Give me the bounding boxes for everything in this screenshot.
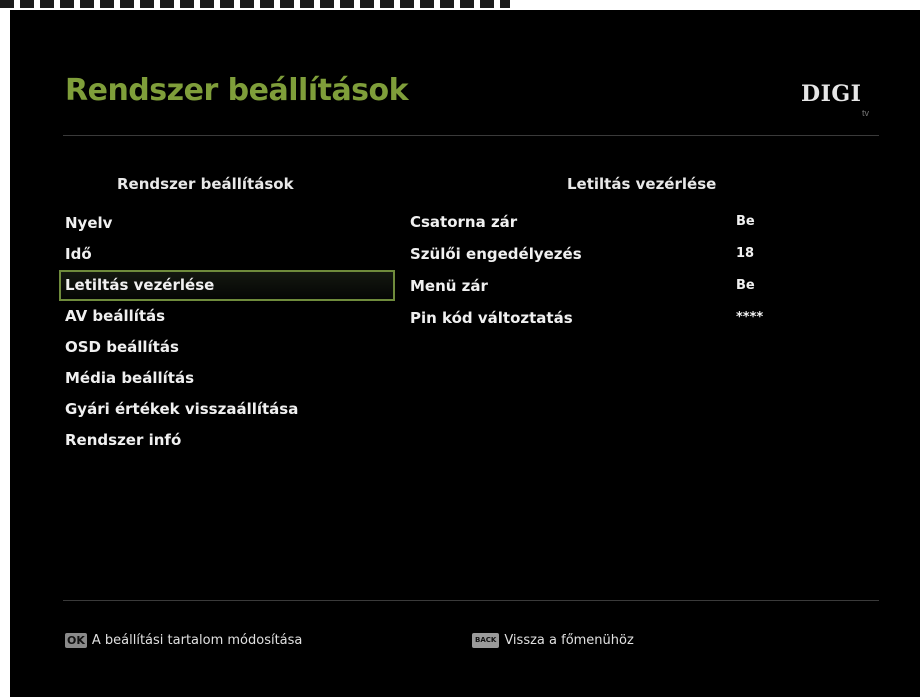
menu-item-gyari-ertekek[interactable]: Gyári értékek visszaállítása <box>59 394 395 425</box>
top-border-strip <box>0 0 920 10</box>
left-column-heading: Rendszer beállítások <box>117 175 294 193</box>
tv-frame: Rendszer beállítások DIGI tv Rendszer be… <box>0 0 920 697</box>
setting-label: Csatorna zár <box>410 213 518 231</box>
setting-label: Szülői engedélyezés <box>410 245 582 263</box>
ok-hint-text: A beállítási tartalom módosítása <box>91 633 303 648</box>
menu-item-rendszer-info[interactable]: Rendszer infó <box>59 425 395 456</box>
setting-value: Be <box>736 278 755 293</box>
setting-value: Be <box>736 214 755 229</box>
right-column-heading: Letiltás vezérlése <box>567 175 717 193</box>
menu-item-nyelv[interactable]: Nyelv <box>59 208 395 239</box>
brand-logo: DIGI <box>801 81 862 107</box>
menu-item-ido[interactable]: Idő <box>59 239 395 270</box>
setting-row-parental-rating[interactable]: Szülői engedélyezés 18 <box>410 238 770 270</box>
footer-hint-back: BACK Vissza a főmenühöz <box>472 633 634 648</box>
back-hint-text: Vissza a főmenühöz <box>504 633 634 648</box>
back-key-icon: BACK <box>472 633 500 648</box>
setting-value: **** <box>736 310 764 325</box>
setting-row-pin-change[interactable]: Pin kód változtatás **** <box>410 302 770 334</box>
brand-logo-sub: tv <box>862 108 870 118</box>
menu-item-letiltas-vezerlese[interactable]: Letiltás vezérlése <box>59 270 395 301</box>
lock-settings-list: Csatorna zár Be Szülői engedélyezés 18 M… <box>410 206 770 334</box>
menu-item-av-beallitas[interactable]: AV beállítás <box>59 301 395 332</box>
menu-item-osd-beallitas[interactable]: OSD beállítás <box>59 332 395 363</box>
settings-menu: Nyelv Idő Letiltás vezérlése AV beállítá… <box>59 208 395 456</box>
footer-hint-ok: OK A beállítási tartalom módosítása <box>65 633 302 648</box>
menu-item-media-beallitas[interactable]: Média beállítás <box>59 363 395 394</box>
setting-label: Pin kód változtatás <box>410 309 573 327</box>
setting-value: 18 <box>736 246 755 261</box>
footer-divider <box>63 600 879 601</box>
page-title: Rendszer beállítások <box>65 73 409 108</box>
ok-key-icon: OK <box>65 633 87 648</box>
setting-row-channel-lock[interactable]: Csatorna zár Be <box>410 206 770 238</box>
settings-screen: Rendszer beállítások DIGI tv Rendszer be… <box>10 10 920 697</box>
setting-row-menu-lock[interactable]: Menü zár Be <box>410 270 770 302</box>
setting-label: Menü zár <box>410 277 488 295</box>
top-dash-pattern <box>0 0 510 8</box>
header-divider <box>63 135 879 136</box>
